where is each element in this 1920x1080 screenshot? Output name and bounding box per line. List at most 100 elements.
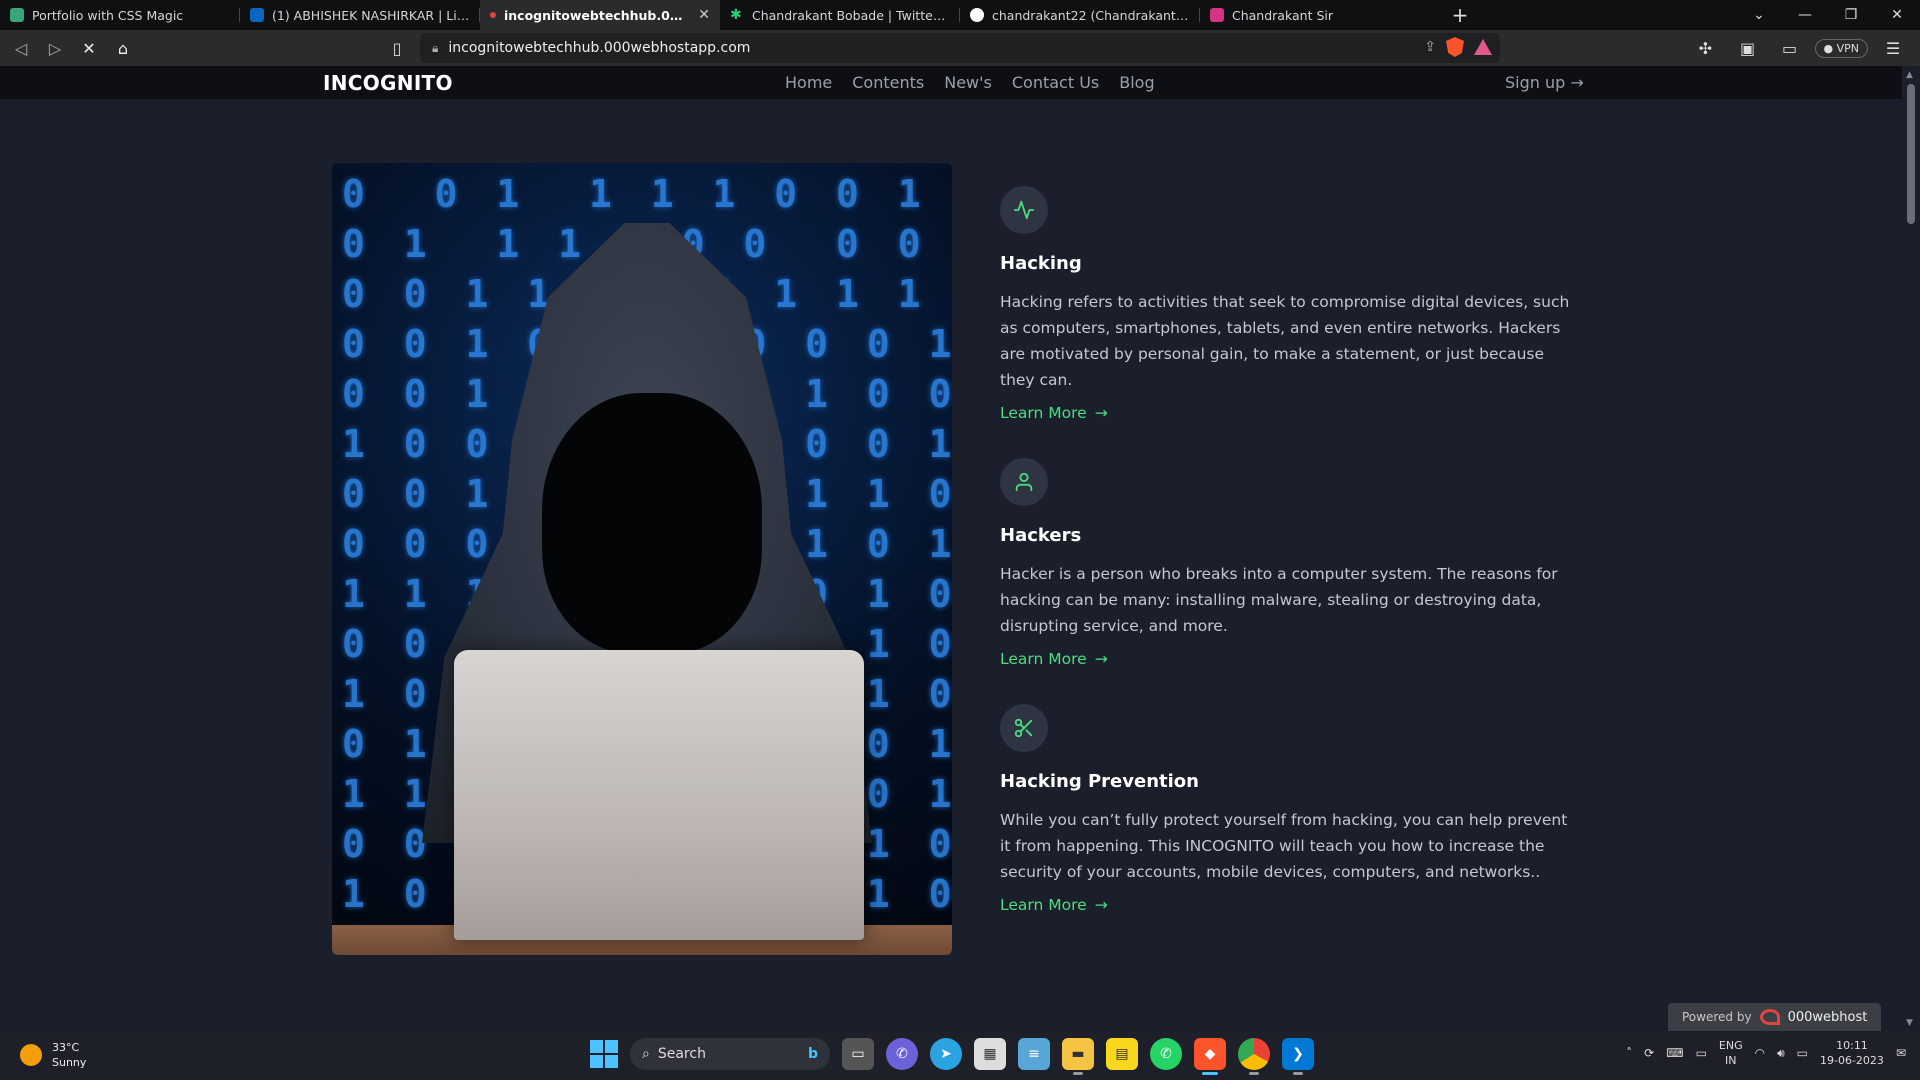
whatsapp-icon[interactable]: ✆ (1150, 1038, 1182, 1070)
tab-linkedin[interactable]: (1) ABHISHEK NASHIRKAR | LinkedIn (240, 0, 480, 30)
weather-temp: 33°C (52, 1041, 80, 1054)
extensions-icon[interactable]: ✣ (1689, 33, 1723, 63)
taskbar-search[interactable]: ⌕ Search b (630, 1038, 830, 1070)
browser-tab-bar: Portfolio with CSS Magic (1) ABHISHEK NA… (0, 0, 1920, 30)
tab-label: Chandrakant Bobade | Twitter, Instagr (752, 7, 950, 23)
activity-icon (1000, 186, 1048, 234)
page-scrollbar[interactable]: ▲ ▼ (1902, 66, 1920, 1032)
arrow-right-icon: → (1094, 650, 1108, 668)
signup-link[interactable]: Sign up → (1505, 73, 1584, 92)
nav-home[interactable]: Home (785, 73, 832, 92)
sync-icon[interactable]: ⟳ (1644, 1046, 1654, 1060)
brave-shields-icon[interactable] (1446, 37, 1464, 57)
learn-more-link[interactable]: Learn More → (1000, 650, 1108, 668)
feature-description: Hacking refers to activities that seek t… (1000, 293, 1570, 389)
clock-time: 10:11 (1836, 1039, 1868, 1052)
sidebar-icon[interactable]: ▣ (1731, 33, 1765, 63)
scrollbar-thumb[interactable] (1907, 84, 1915, 224)
vscode-icon[interactable]: ❯ (1282, 1038, 1314, 1075)
toolbar-right: ✣ ▣ ▭ ● VPN ☰ (1689, 33, 1911, 63)
chevron-up-icon[interactable]: ˄ (1626, 1046, 1632, 1060)
weather-widget[interactable]: 33°C Sunny (20, 1040, 86, 1070)
language-indicator[interactable]: ENG IN (1719, 1038, 1743, 1068)
site-navbar: INCOGNITO Home Contents New's Contact Us… (0, 66, 1902, 99)
menu-icon[interactable]: ☰ (1876, 33, 1910, 63)
sticky-notes-icon[interactable]: ▤ (1106, 1038, 1138, 1070)
tab-search-chevron-icon[interactable]: ⌄ (1736, 0, 1782, 30)
arrow-right-icon: → (1094, 404, 1108, 422)
wifi-icon[interactable]: ◠ (1755, 1046, 1765, 1060)
nav-contact-us[interactable]: Contact Us (1012, 73, 1099, 92)
keyboard-icon[interactable]: ⌨ (1666, 1046, 1683, 1060)
tab-label: incognitowebtechhub.000webhos (504, 7, 690, 23)
minimize-icon[interactable]: — (1782, 0, 1828, 30)
nav-contents[interactable]: Contents (852, 73, 924, 92)
close-window-icon[interactable]: ✕ (1874, 0, 1920, 30)
wallet-icon[interactable]: ▭ (1773, 33, 1807, 63)
linkedin-favicon-icon (250, 8, 264, 22)
nav-links: Home Contents New's Contact Us Blog (785, 73, 1155, 92)
scroll-up-icon[interactable]: ▲ (1906, 70, 1913, 80)
clock-date: 19-06-2023 (1820, 1054, 1884, 1067)
forward-icon[interactable]: ▷ (38, 33, 72, 63)
stop-loading-icon[interactable]: ✕ (72, 33, 106, 63)
signup-label: Sign up (1505, 73, 1566, 92)
feature-description: Hacker is a person who breaks into a com… (1000, 565, 1558, 635)
start-button[interactable] (590, 1040, 618, 1068)
feature-description: While you can’t fully protect yourself f… (1000, 811, 1568, 881)
share-icon[interactable]: ⇪ (1424, 39, 1436, 55)
notifications-icon[interactable]: ✉ (1896, 1046, 1906, 1060)
powered-by-badge[interactable]: Powered by 000webhost (1668, 1003, 1882, 1031)
file-explorer-icon[interactable]: ▬ (1062, 1038, 1094, 1075)
window-controls: ⌄ — ❐ ✕ (1736, 0, 1920, 30)
url-text[interactable]: incognitowebtechhub.000webhostapp.com (448, 40, 750, 56)
sun-icon (20, 1044, 42, 1066)
learn-more-link[interactable]: Learn More → (1000, 896, 1108, 914)
brave-browser-icon[interactable]: ◆ (1194, 1038, 1226, 1075)
tab-portfolio[interactable]: Portfolio with CSS Magic (0, 0, 240, 30)
clock[interactable]: 10:11 19-06-2023 (1820, 1038, 1884, 1068)
feature-title: Hackers (1000, 525, 1082, 546)
lock-icon[interactable]: 🔒︎ (432, 41, 438, 56)
address-bar[interactable]: 🔒︎ incognitowebtechhub.000webhostapp.com… (420, 33, 1500, 63)
brave-rewards-icon[interactable] (1474, 39, 1492, 55)
nav-blog[interactable]: Blog (1119, 73, 1154, 92)
features-list: Hacking Hacking refers to activities tha… (1000, 186, 1580, 950)
home-icon[interactable]: ⌂ (106, 33, 140, 63)
tab-twitter[interactable]: ✱ Chandrakant Bobade | Twitter, Instagr (720, 0, 960, 30)
vpn-button[interactable]: ● VPN (1814, 38, 1868, 58)
display-icon[interactable]: ▭ (1696, 1046, 1707, 1060)
scroll-down-icon[interactable]: ▼ (1906, 1018, 1913, 1028)
restore-icon[interactable]: ❐ (1828, 0, 1874, 30)
windows-taskbar: 33°C Sunny ⌕ Search b ▭ ✆ ➤ ▦ ≡ ▬ ▤ ✆ ◆ … (0, 1032, 1920, 1080)
webhost-favicon-icon (490, 12, 496, 18)
tab-chandrakant-sir[interactable]: Chandrakant Sir (1200, 0, 1440, 30)
battery-icon[interactable]: ▭ (1797, 1046, 1808, 1060)
hood-shadow (542, 393, 762, 653)
bookmark-icon[interactable]: ▯ (380, 33, 414, 63)
volume-icon[interactable]: 🔊︎ (1777, 1046, 1785, 1061)
github-favicon-icon (970, 8, 984, 22)
chrome-icon[interactable] (1238, 1038, 1270, 1075)
back-icon[interactable]: ◁ (4, 33, 38, 63)
task-view-icon[interactable]: ▭ (842, 1038, 874, 1070)
new-tab-button[interactable]: + (1440, 0, 1480, 30)
linktree-favicon-icon: ✱ (730, 7, 742, 23)
learn-more-label: Learn More (1000, 650, 1087, 668)
learn-more-link[interactable]: Learn More → (1000, 404, 1108, 422)
microsoft-store-icon[interactable]: ▦ (974, 1038, 1006, 1070)
hero-image-hacker: 0 0 1 1 1 1 0 0 1 1 0 1 0 1 1 1 1 0 0 0 … (332, 163, 952, 955)
tab-incognito[interactable]: incognitowebtechhub.000webhos ✕ (480, 0, 720, 30)
webhost-logo-icon (1759, 1009, 1780, 1025)
taskbar-apps: ⌕ Search b ▭ ✆ ➤ ▦ ≡ ▬ ▤ ✆ ◆ ❯ (590, 1038, 1314, 1075)
tab-github[interactable]: chandrakant22 (Chandrakant Bobade) (960, 0, 1200, 30)
portfolio-favicon-icon (10, 8, 24, 22)
teams-chat-icon[interactable]: ✆ (886, 1038, 918, 1070)
system-tray: ˄ ⟳ ⌨ ▭ ENG IN ◠ 🔊︎ ▭ 10:11 19-06-2023 ✉ (1626, 1038, 1906, 1068)
notepad-icon[interactable]: ≡ (1018, 1038, 1050, 1070)
site-brand[interactable]: INCOGNITO (323, 71, 453, 95)
close-tab-icon[interactable]: ✕ (698, 7, 710, 23)
search-icon: ⌕ (642, 1046, 650, 1062)
telegram-icon[interactable]: ➤ (930, 1038, 962, 1070)
nav-news[interactable]: New's (944, 73, 992, 92)
